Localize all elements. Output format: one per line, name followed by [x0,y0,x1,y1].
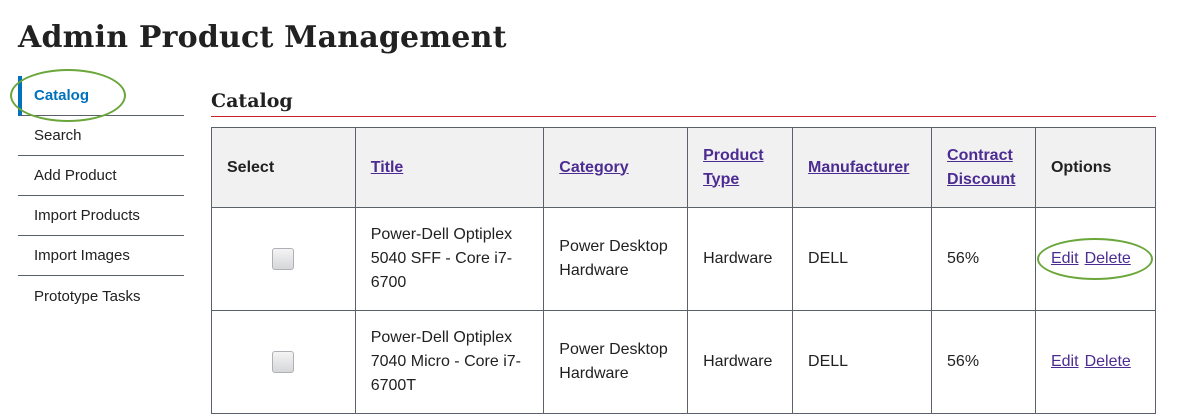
select-cell [211,207,356,311]
column-header-select: Select [211,127,356,208]
contract-discount-cell: 56% [931,207,1036,311]
sort-product-type-link[interactable]: Product Type [703,147,763,188]
row-select-checkbox[interactable] [272,350,295,373]
category-cell: Power Desktop Hardware [543,207,689,311]
sidebar-item-label: Import Images [34,247,130,264]
column-header-product-type: Product Type [687,127,794,208]
options-cell: Edit Delete [1034,310,1157,414]
sort-category-link[interactable]: Category [559,159,628,176]
sidebar-item-label: Add Product [34,167,117,184]
row-select-checkbox[interactable] [272,247,295,270]
column-header-manufacturer: Manufacturer [792,127,933,208]
sort-manufacturer-link[interactable]: Manufacturer [808,159,909,176]
title-cell: Power-Dell Optiplex 5040 SFF - Core i7-6… [354,207,545,311]
sort-contract-discount-link[interactable]: Contract Discount [947,147,1015,188]
contract-discount-cell: 56% [931,310,1036,414]
section-title: Catalog [211,88,1156,117]
sidebar-item-label: Search [34,127,82,144]
table-header-row: Select Title Category Product Type Manuf… [211,127,1157,208]
manufacturer-cell: DELL [792,207,933,311]
delete-link[interactable]: Delete [1085,250,1131,267]
sidebar-item-prototype-tasks[interactable]: Prototype Tasks [18,276,184,316]
table-row: Power-Dell Optiplex 7040 Micro - Core i7… [211,310,1157,414]
table-row: Power-Dell Optiplex 5040 SFF - Core i7-6… [211,207,1157,311]
title-cell: Power-Dell Optiplex 7040 Micro - Core i7… [354,310,545,414]
sort-title-link[interactable]: Title [371,159,404,176]
sidebar-nav: Catalog Search Add Product Import Produc… [18,76,184,316]
sidebar-item-import-products[interactable]: Import Products [18,196,184,236]
edit-link[interactable]: Edit [1051,250,1079,267]
delete-link[interactable]: Delete [1085,353,1131,370]
edit-link[interactable]: Edit [1051,353,1079,370]
column-header-contract-discount: Contract Discount [931,127,1036,208]
sidebar-item-import-images[interactable]: Import Images [18,236,184,276]
sidebar-item-label: Catalog [34,87,90,104]
page-title: Admin Product Management [18,20,507,55]
column-header-options: Options [1034,127,1157,208]
manufacturer-cell: DELL [792,310,933,414]
category-cell: Power Desktop Hardware [543,310,689,414]
options-cell: Edit Delete [1034,207,1157,311]
product-type-cell: Hardware [687,207,794,311]
product-type-cell: Hardware [687,310,794,414]
sidebar-item-catalog[interactable]: Catalog [18,76,184,116]
sidebar-item-label: Import Products [34,207,140,224]
sidebar-item-add-product[interactable]: Add Product [18,156,184,196]
sidebar-item-label: Prototype Tasks [34,287,141,305]
sidebar-item-search[interactable]: Search [18,116,184,156]
select-cell [211,310,356,414]
column-header-title: Title [354,127,545,208]
catalog-table: Select Title Category Product Type Manuf… [211,127,1157,414]
column-header-category: Category [543,127,689,208]
